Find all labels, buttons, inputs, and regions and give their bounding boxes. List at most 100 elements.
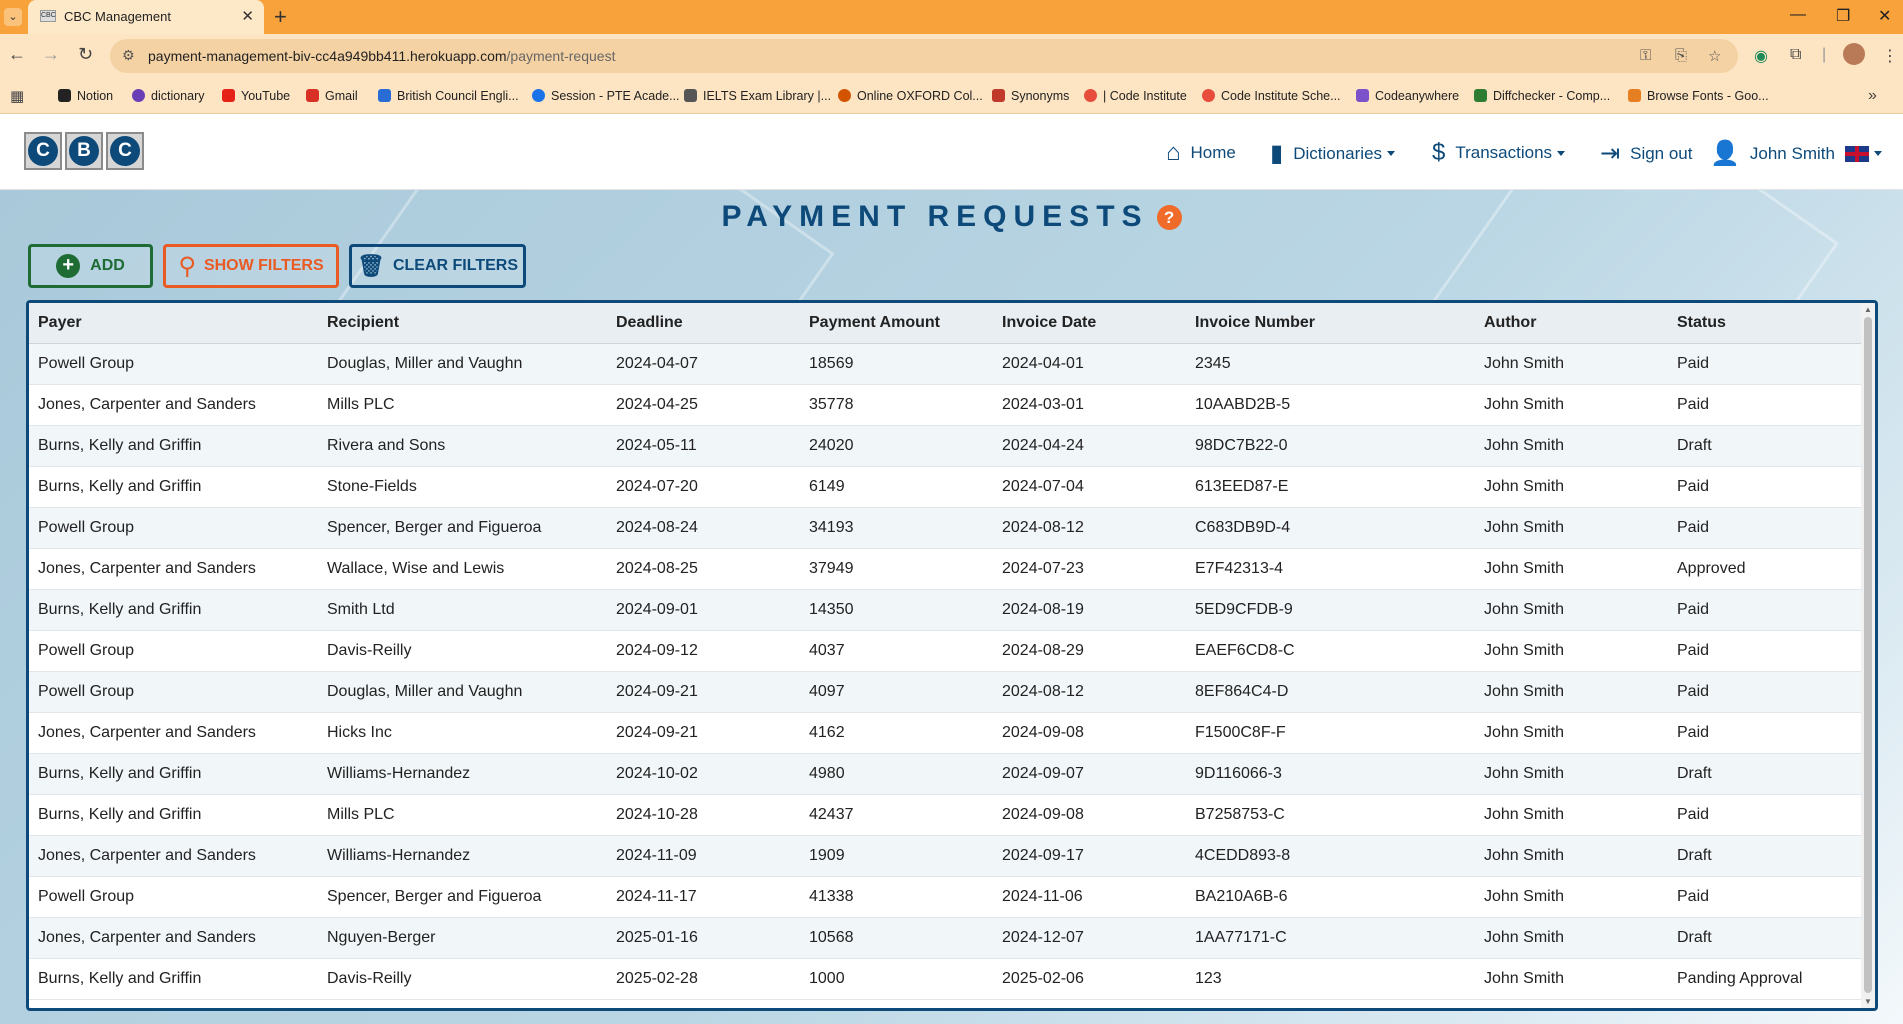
table-row[interactable]: Jones, Carpenter and Sanders Mills PLC 202… — [29, 384, 1864, 426]
install-app-icon[interactable]: ⎘ — [1675, 47, 1687, 64]
table-cell: 2024-04-25 — [607, 384, 800, 426]
bookmark-ielts[interactable]: IELTS Exam Library |... — [684, 89, 831, 103]
bookmark-gmail[interactable]: Gmail — [306, 89, 358, 103]
extensions-icon[interactable]: ⧉ — [1790, 46, 1801, 64]
help-icon[interactable]: ? — [1156, 205, 1182, 230]
nav-dictionaries[interactable]: ▮ Dictionaries — [1270, 139, 1396, 168]
table-cell: Jones, Carpenter and Sanders — [29, 712, 318, 754]
table-row[interactable]: Powell Group Douglas, Miller and Vaughn 20… — [29, 671, 1864, 713]
restore-icon[interactable]: ❐ — [1836, 6, 1850, 26]
bookmark-icon — [222, 89, 235, 102]
column-header[interactable]: Deadline — [607, 303, 800, 344]
table-cell: Draft — [1668, 835, 1864, 877]
bookmark-oxford[interactable]: Online OXFORD Col... — [838, 89, 983, 103]
address-bar[interactable]: ⚙ payment-management-biv-cc4a949bb411.he… — [110, 39, 1738, 73]
page-title-text: PAYMENT REQUESTS — [721, 200, 1149, 233]
logo-letter: B — [69, 136, 99, 166]
bookmark-star-icon[interactable]: ☆ — [1708, 47, 1721, 65]
nav-transactions-label: Transactions — [1455, 143, 1553, 162]
bookmark-icon — [378, 89, 391, 102]
password-key-icon[interactable]: ⚿ — [1640, 47, 1651, 64]
window-close-icon[interactable]: ✕ — [1878, 6, 1891, 26]
table-row[interactable]: Powell Group Douglas, Miller and Vaughn 20… — [29, 343, 1864, 385]
table-row[interactable]: Powell Group Spencer, Berger and Figueroa… — [29, 876, 1864, 918]
bookmark-label: Gmail — [325, 89, 358, 103]
show-filters-button[interactable]: ⚲ SHOW FILTERS — [163, 244, 339, 288]
table-cell: 2345 — [1186, 343, 1475, 385]
table-row[interactable]: Jones, Carpenter and Sanders Williams-Her… — [29, 835, 1864, 877]
table-cell: Paid — [1668, 630, 1864, 672]
column-header[interactable]: Invoice Date — [993, 303, 1186, 344]
table-cell: B7258753-C — [1186, 794, 1475, 836]
table-row[interactable]: Burns, Kelly and Griffin Rivera and Sons 2… — [29, 425, 1864, 467]
scrollbar-thumb[interactable] — [1864, 317, 1872, 993]
table-row[interactable]: Jones, Carpenter and Sanders Wallace, Wis… — [29, 548, 1864, 590]
tab-close-icon[interactable]: ✕ — [241, 7, 254, 25]
grammarly-extension-icon[interactable]: ◉ — [1754, 46, 1768, 66]
table-cell: Burns, Kelly and Griffin — [29, 425, 318, 467]
bookmark-british-council[interactable]: British Council Engli... — [378, 89, 519, 103]
bookmarks-overflow-icon[interactable]: » — [1868, 87, 1877, 105]
column-header[interactable]: Author — [1475, 303, 1668, 344]
profile-avatar[interactable] — [1843, 43, 1865, 65]
bookmark-code-institute[interactable]: | Code Institute — [1084, 89, 1187, 103]
table-row[interactable]: Jones, Carpenter and Sanders Hicks Inc 202… — [29, 712, 1864, 754]
table-cell: Draft — [1668, 917, 1864, 959]
bookmark-browse-fonts[interactable]: Browse Fonts - Goo... — [1628, 89, 1769, 103]
bookmark-diffchecker[interactable]: Diffchecker - Comp... — [1474, 89, 1610, 103]
bookmark-label: YouTube — [241, 89, 291, 103]
column-header[interactable]: Status — [1668, 303, 1864, 344]
column-header[interactable]: Payer — [29, 303, 318, 344]
back-arrow-icon[interactable]: ← — [8, 44, 26, 65]
bookmark-dictionary[interactable]: dictionary — [132, 89, 205, 103]
scroll-down-icon[interactable]: ▼ — [1864, 997, 1872, 1006]
column-header[interactable]: Payment Amount — [800, 303, 993, 344]
browser-menu-icon[interactable]: ⋮ — [1882, 46, 1898, 66]
nav-user-menu[interactable]: 👤 John Smith — [1710, 139, 1882, 168]
scroll-up-icon[interactable]: ▲ — [1864, 305, 1872, 314]
table-row[interactable]: Burns, Kelly and Griffin Stone-Fields 2024… — [29, 466, 1864, 508]
table-row[interactable]: Powell Group Davis-Reilly 2024-09-12 4037 20… — [29, 630, 1864, 672]
table-row[interactable]: Burns, Kelly and Griffin Williams-Hernand… — [29, 753, 1864, 795]
bookmark-notion[interactable]: Notion — [58, 89, 113, 103]
tab-search-icon[interactable]: ⌄ — [4, 8, 22, 26]
url-text[interactable]: payment-management-biv-cc4a949bb411.hero… — [148, 48, 615, 64]
reload-icon[interactable]: ↻ — [78, 44, 93, 65]
table-cell: 2024-10-28 — [607, 794, 800, 836]
minimize-icon[interactable]: — — [1790, 6, 1806, 24]
table-row[interactable]: Jones, Carpenter and Sanders Nguyen-Berge… — [29, 917, 1864, 959]
table-row[interactable]: Burns, Kelly and Griffin Mills PLC 2024-10… — [29, 794, 1864, 836]
table-row[interactable]: Burns, Kelly and Griffin Davis-Reilly 2025… — [29, 958, 1864, 1000]
browser-tab[interactable]: CBC CBC Management ✕ — [28, 0, 264, 34]
bookmark-code-institute-schedule[interactable]: Code Institute Sche... — [1202, 89, 1341, 103]
site-info-icon[interactable]: ⚙ — [122, 47, 135, 64]
table-cell: Hicks Inc — [318, 712, 607, 754]
bookmark-icon — [1356, 89, 1369, 102]
nav-home[interactable]: ⌂ Home — [1166, 139, 1236, 167]
table-cell: 4097 — [800, 671, 993, 713]
table-cell: Burns, Kelly and Griffin — [29, 753, 318, 795]
clear-filters-button[interactable]: 🗑 CLEAR FILTERS — [349, 244, 526, 288]
table-row[interactable]: Burns, Kelly and Griffin Smith Ltd 2024-09… — [29, 589, 1864, 631]
nav-sign-out[interactable]: ⇥ Sign out — [1600, 139, 1693, 168]
forward-arrow-icon[interactable]: → — [42, 44, 60, 65]
table-cell: Nguyen-Berger — [318, 917, 607, 959]
table-row[interactable]: Powell Group Spencer, Berger and Figueroa… — [29, 507, 1864, 549]
bookmark-icon — [1474, 89, 1487, 102]
nav-transactions[interactable]: $ Transactions — [1432, 139, 1566, 167]
table-cell: C683DB9D-4 — [1186, 507, 1475, 549]
column-header[interactable]: Invoice Number — [1186, 303, 1475, 344]
bookmark-synonyms[interactable]: Synonyms — [992, 89, 1069, 103]
cbc-logo[interactable]: C B C — [24, 132, 144, 170]
new-tab-icon[interactable]: + — [274, 4, 287, 30]
bookmark-pte[interactable]: Session - PTE Acade... — [532, 89, 680, 103]
table-scrollbar[interactable]: ▲ ▼ — [1861, 303, 1875, 1008]
bookmark-youtube[interactable]: YouTube — [222, 89, 290, 103]
uk-flag-icon[interactable] — [1844, 145, 1869, 162]
nav-user-name: John Smith — [1749, 143, 1835, 163]
column-header[interactable]: Recipient — [318, 303, 607, 344]
sign-out-icon: ⇥ — [1600, 140, 1621, 167]
add-button[interactable]: + ADD — [28, 244, 153, 288]
apps-grid-icon[interactable]: ▦ — [10, 87, 24, 105]
bookmark-codeanywhere[interactable]: Codeanywhere — [1356, 89, 1459, 103]
